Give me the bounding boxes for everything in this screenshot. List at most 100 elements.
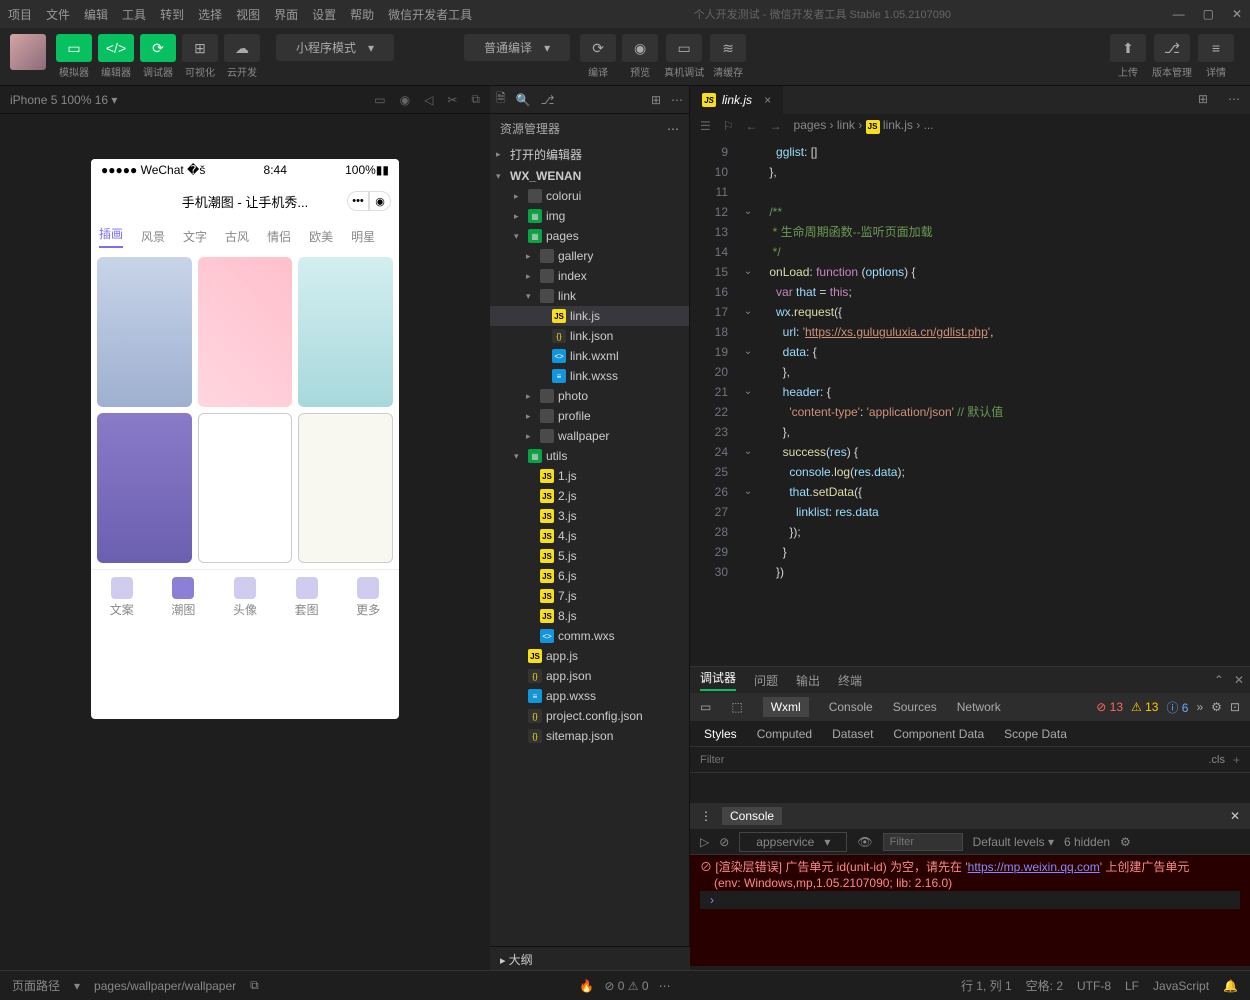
files-icon[interactable]: 🗎 [496,89,506,110]
clear-cache-button[interactable]: ≋清缓存 [710,34,746,79]
menu-item[interactable]: 转到 [160,6,184,23]
tree-item[interactable]: ▸▦img [490,206,689,226]
dock-icon[interactable]: ⊡ [1230,700,1240,714]
code-editor[interactable]: 9101112131415161718192021222324252627282… [690,138,1250,666]
bottom-nav-item[interactable]: 潮图 [171,577,195,618]
cloud-button[interactable]: ☁云开发 [224,34,260,79]
device-icon[interactable]: ▭ [374,93,385,107]
tree-item[interactable]: ▸wallpaper [490,426,689,446]
bottom-nav-item[interactable]: 文案 [110,577,134,618]
menu-item[interactable]: 界面 [274,6,298,23]
close-icon[interactable]: ✕ [1232,7,1242,21]
device-select[interactable]: iPhone 5 100% 16 ▾ [10,93,117,107]
bottom-nav-item[interactable]: 头像 [233,577,257,618]
menu-item[interactable]: 视图 [236,6,260,23]
tree-item[interactable]: ≡link.wxss [490,366,689,386]
devtools-panel-tab[interactable]: Network [957,700,1001,714]
bottom-nav-item[interactable]: 更多 [356,577,380,618]
tree-item[interactable]: JS4.js [490,526,689,546]
more-editor-icon[interactable]: ⋯ [1218,86,1250,114]
gear-icon[interactable]: ⚙ [1120,835,1131,849]
menu-item[interactable]: 工具 [122,6,146,23]
capsule-menu-icon[interactable]: ••• [347,191,369,211]
version-button[interactable]: ⎇版本管理 [1152,34,1192,79]
devtools-panel-tab[interactable]: Wxml [763,697,809,717]
opened-editors[interactable]: ▸打开的编辑器 [490,143,689,166]
filter-input[interactable] [700,754,1202,766]
menu-item[interactable]: 项目 [8,6,32,23]
menu-item[interactable]: 选择 [198,6,222,23]
preview-button[interactable]: ◉预览 [622,34,658,79]
tree-item[interactable]: ▾link [490,286,689,306]
add-icon[interactable]: + [1233,753,1240,767]
tree-item[interactable]: ▾▦utils [490,446,689,466]
close-tab-icon[interactable]: × [764,93,771,107]
tree-item[interactable]: {}app.json [490,666,689,686]
tree-item[interactable]: <>comm.wxs [490,626,689,646]
tree-item[interactable]: JS5.js [490,546,689,566]
project-root[interactable]: ▾WX_WENAN [490,166,689,186]
grid-item[interactable] [97,413,192,563]
tree-item[interactable]: ▸photo [490,386,689,406]
record-icon[interactable]: ◉ [400,93,410,107]
menu-item[interactable]: 微信开发者工具 [388,6,472,23]
play-icon[interactable]: ▷ [700,835,709,849]
hot-reload-icon[interactable]: 🔥 [579,979,594,993]
branch-icon[interactable]: ⎇ [541,93,555,107]
tree-item[interactable]: {}project.config.json [490,706,689,726]
bookmark-icon[interactable]: ⚐ [723,119,734,133]
devtools-tab[interactable]: 调试器 [700,669,736,691]
menu-item[interactable]: 文件 [46,6,70,23]
menu-item[interactable]: 帮助 [350,6,374,23]
visual-button[interactable]: ⊞可视化 [182,34,218,79]
category-tab[interactable]: 情侣 [267,228,291,245]
eye-icon[interactable]: 👁 [857,835,872,849]
styles-tab[interactable]: Computed [757,727,812,741]
bell-icon[interactable]: 🔔 [1223,979,1238,993]
tree-item[interactable]: JSapp.js [490,646,689,666]
inspect-icon[interactable]: ⬚ [731,700,742,714]
close-icon[interactable]: ✕ [1234,673,1244,687]
category-tab[interactable]: 文字 [183,228,207,245]
split-editor-icon[interactable]: ⊞ [1188,86,1218,114]
more-icon[interactable]: » [1196,700,1203,714]
bottom-nav-item[interactable]: 套图 [295,577,319,618]
styles-tab[interactable]: Dataset [832,727,873,741]
cut-icon[interactable]: ✂ [447,93,457,107]
tree-item[interactable]: JS8.js [490,606,689,626]
back-icon[interactable]: ← [746,119,758,133]
upload-button[interactable]: ⬆上传 [1110,34,1146,79]
tree-item[interactable]: JS2.js [490,486,689,506]
grid-item[interactable] [97,257,192,407]
tree-item[interactable]: {}sitemap.json [490,726,689,746]
tree-item[interactable]: JSlink.js [490,306,689,326]
popout-icon[interactable]: ⧉ [471,92,480,107]
chevron-up-icon[interactable]: ⌃ [1214,673,1224,687]
more-icon[interactable]: ⋯ [659,979,671,993]
devtools-panel-tab[interactable]: Console [829,700,873,714]
forward-icon[interactable]: → [770,119,782,133]
editor-button[interactable]: </>编辑器 [98,34,134,79]
compile-button[interactable]: ⟳编译 [580,34,616,79]
tree-item[interactable]: JS3.js [490,506,689,526]
tree-item[interactable]: JS7.js [490,586,689,606]
cls-toggle[interactable]: .cls [1208,754,1225,766]
console-filter[interactable] [883,833,963,851]
list-icon[interactable]: ☰ [700,119,711,133]
file-tab[interactable]: JS link.js × [690,86,783,114]
levels-select[interactable]: Default levels ▾ [973,835,1054,849]
grid-item[interactable] [298,257,393,407]
more-icon[interactable]: ⋯ [667,122,679,136]
capsule-close-icon[interactable]: ◉ [369,191,391,211]
avatar[interactable] [10,34,46,70]
menu-item[interactable]: 编辑 [84,6,108,23]
tree-item[interactable]: JS6.js [490,566,689,586]
tree-item[interactable]: ▾▦pages [490,226,689,246]
gear-icon[interactable]: ⚙ [1211,700,1222,714]
copy-icon[interactable]: ⧉ [250,978,259,993]
devtools-tab[interactable]: 终端 [838,672,862,689]
grid-item[interactable] [198,257,293,407]
mode-select[interactable]: 小程序模式▾ [276,34,394,61]
tree-item[interactable]: ▸gallery [490,246,689,266]
tree-item[interactable]: ▸profile [490,406,689,426]
